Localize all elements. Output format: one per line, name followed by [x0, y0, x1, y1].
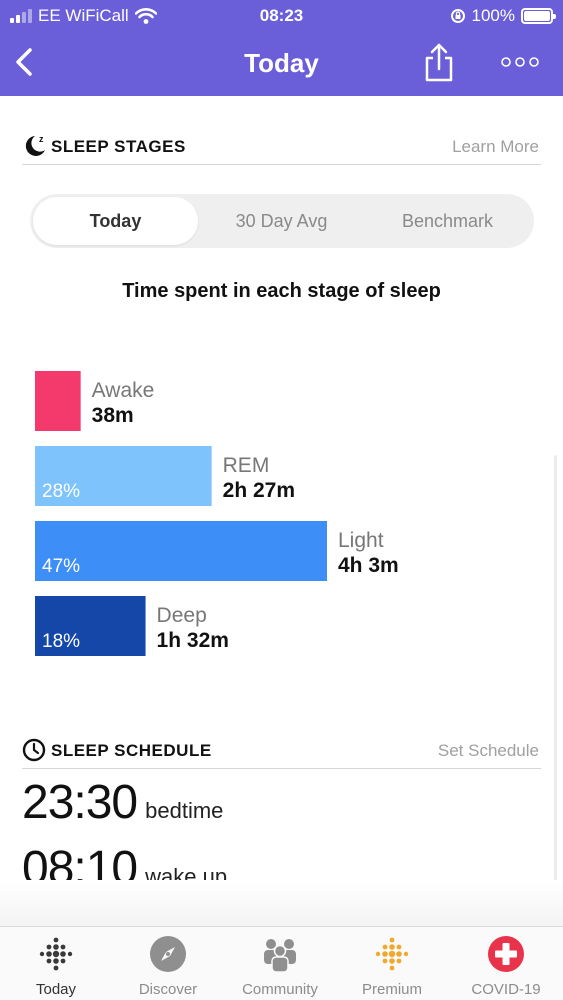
clock-icon	[22, 738, 46, 762]
status-bar: EE WiFiCall 08:23 100%	[0, 0, 563, 32]
tabbar-label: Community	[242, 981, 318, 998]
premium-dots-icon	[375, 937, 409, 971]
nav-bar: Today	[0, 36, 563, 92]
scrollbar[interactable]	[554, 455, 557, 925]
community-icon	[264, 939, 296, 973]
tabbar-item-discover[interactable]: Discover	[112, 927, 224, 1000]
battery-percent: 100%	[471, 6, 515, 25]
tabbar-item-covid[interactable]: COVID-19	[450, 927, 562, 1000]
rotation-lock-icon	[450, 9, 465, 23]
tabbar-label: Discover	[138, 981, 198, 998]
period-tabs: Today 30 Day Avg Benchmark	[30, 194, 534, 248]
stage-name-rem: REM	[223, 454, 270, 477]
battery-icon	[521, 8, 556, 24]
chart-subtitle: Time spent in each stage of sleep	[122, 280, 441, 302]
stage-name-awake: Awake	[92, 379, 155, 402]
stage-duration-deep: 1h 32m	[157, 629, 229, 652]
stage-name-deep: Deep	[157, 604, 207, 627]
stage-name-light: Light	[338, 529, 384, 552]
tab-benchmark[interactable]: Benchmark	[365, 197, 530, 245]
learn-more-link[interactable]: Learn More	[452, 137, 539, 157]
bottom-tab-bar: Today Discover Community Premium COVID-1…	[0, 926, 563, 1000]
fitbit-dots-icon	[39, 937, 73, 971]
tabbar-item-today[interactable]: Today	[0, 927, 112, 1000]
stage-duration-rem: 2h 27m	[223, 479, 295, 502]
tabbar-label: Premium	[361, 981, 422, 998]
medical-cross-icon	[488, 936, 524, 972]
stage-duration-light: 4h 3m	[338, 554, 399, 577]
sleep-stages-chart: Awake38m 28% REM2h 27m 47% Light4h 3m 18% Deep…	[35, 371, 399, 656]
tabbar-label: COVID-19	[471, 981, 541, 998]
compass-icon	[150, 936, 186, 972]
bedtime-row: 23:30 bedtime	[22, 775, 223, 830]
bar-percent-rem: 28%	[42, 481, 80, 502]
bar-awake	[35, 371, 81, 431]
tab-30-day-avg[interactable]: 30 Day Avg	[199, 197, 364, 245]
tabbar-label: Today	[35, 981, 77, 998]
sleep-schedule-header: SLEEP SCHEDULE Set Schedule	[22, 737, 541, 769]
bedtime-value: 23:30	[22, 776, 138, 829]
bar-percent-light: 47%	[42, 556, 80, 577]
share-icon[interactable]	[422, 42, 456, 82]
sleep-stages-header: z SLEEP STAGES Learn More	[22, 133, 541, 165]
more-dots-icon[interactable]	[498, 50, 542, 74]
page-title: Today	[244, 48, 319, 78]
bedtime-label: bedtime	[145, 798, 224, 823]
app-header: EE WiFiCall 08:23 100% Today	[0, 0, 563, 96]
moon-icon: z	[25, 134, 45, 156]
section-title: SLEEP SCHEDULE	[51, 741, 212, 760]
section-title: SLEEP STAGES	[51, 137, 186, 156]
tabbar-item-premium[interactable]: Premium	[336, 927, 448, 1000]
scroll-fade	[0, 880, 563, 926]
tab-today[interactable]: Today	[33, 197, 198, 245]
bar-percent-deep: 18%	[42, 631, 80, 652]
tabbar-item-community[interactable]: Community	[224, 927, 336, 1000]
svg-text:z: z	[39, 134, 44, 144]
stage-duration-awake: 38m	[92, 404, 134, 427]
set-schedule-link[interactable]: Set Schedule	[438, 741, 539, 761]
